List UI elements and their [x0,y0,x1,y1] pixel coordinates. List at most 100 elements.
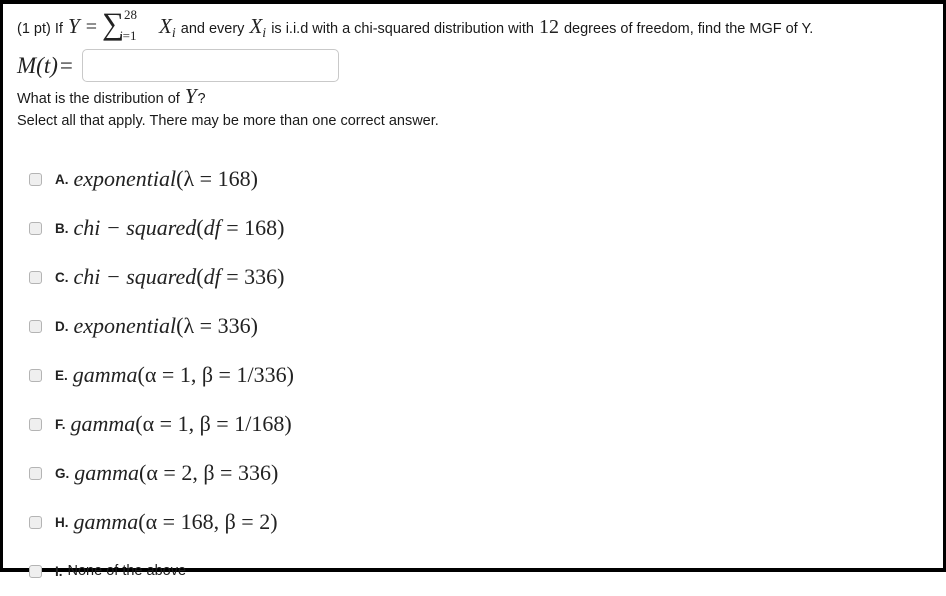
param-value: 168 [180,509,214,535]
param-equals: = [214,460,238,486]
mgf-answer-input[interactable] [81,49,339,83]
option-checkbox-e[interactable] [29,368,42,382]
paren-open: ( [135,411,143,437]
stem-tail-first: is i.i.d with a chi-squared distribution… [271,21,534,37]
variable-x-i: Xi [248,14,267,40]
param-equals: = [157,509,181,535]
param-equals: = [154,411,178,437]
param-symbol: λ [183,166,195,192]
param-equals: = [220,264,245,290]
mgf-label: M(t)= [17,53,73,79]
option-row[interactable]: B. chi − squared(df = 168) [17,204,931,253]
mgf-label-m: M [17,52,37,78]
option-letter: G. [55,465,70,481]
mgf-label-paren-close: ) [50,52,58,78]
option-row[interactable]: H. gamma(α = 168, β = 2) [17,498,931,547]
summation-lower-start: 1 [129,28,137,43]
option-row[interactable]: C. chi − squared(df = 336) [17,253,931,302]
option-row[interactable]: A. exponential(λ = 168) [17,155,931,204]
param-equals: = [235,509,260,535]
paren-open: ( [196,264,204,290]
param-symbol: α [146,460,158,486]
param-equals: = [210,411,235,437]
option-checkbox-g[interactable] [29,466,42,480]
option-checkbox-d[interactable] [29,319,42,333]
option-checkbox-h[interactable] [29,515,42,529]
distribution-name: chi − squared [73,215,197,241]
distribution-name: exponential [73,313,177,339]
option-label: gamma(α = 2, β = 336) [74,460,278,486]
param-symbol: β [203,460,215,486]
option-checkbox-i[interactable] [29,564,42,578]
option-checkbox-b[interactable] [29,221,42,235]
paren-close: ) [277,215,285,241]
param-equals: = [220,215,245,241]
distribution-question: What is the distribution of Y? [17,83,931,109]
option-checkbox-c[interactable] [29,270,42,284]
paren-open: ( [138,509,146,535]
problem-frame: (1 pt) If Y = ∑ 28 i=1 Xi and every Xi i… [0,0,946,579]
option-row[interactable]: I. None of the above [17,547,931,596]
option-letter: H. [55,514,69,530]
param-value: 2 [259,509,271,535]
summation-lower-equals: = [122,28,130,43]
param-symbol: α [142,411,155,437]
distribution-question-prefix: What is the distribution of [17,90,180,107]
paren-close: ) [284,411,292,437]
param-symbol: α [144,362,157,388]
option-row[interactable]: D. exponential(λ = 336) [17,302,931,351]
param-value: 168 [244,215,278,241]
paren-close: ) [250,313,258,339]
param-value: 336 [244,264,278,290]
option-letter: I. [55,563,63,579]
option-row[interactable]: E. gamma(α = 1, β = 1/336) [17,351,931,400]
degrees-of-freedom-value: 12 [538,16,559,38]
option-label: exponential(λ = 336) [74,313,258,339]
distribution-name: exponential [73,166,177,192]
option-label: exponential(λ = 168) [74,166,258,192]
option-row[interactable]: F. gamma(α = 1, β = 1/168) [17,400,931,449]
random-variable-y: Y [67,14,80,38]
param-value: 336 [237,460,271,486]
param-equals: = [157,460,182,486]
equals-sign: = [85,16,97,38]
summand-x: Xi [158,14,177,40]
paren-close: ) [270,509,278,535]
variable-x-subscript: i [262,24,267,40]
param-symbol: β [201,362,214,388]
stem-tail-second: degrees of freedom, find the MGF of Y. [563,21,814,37]
option-checkbox-f[interactable] [29,417,42,431]
param-symbol: β [224,509,236,535]
param-value: 2 [181,460,193,486]
stem-middle: and every [180,21,245,37]
distribution-name: gamma [70,411,136,437]
distribution-name: chi − squared [73,264,197,290]
option-letter: C. [55,269,69,285]
option-letter: E. [55,367,68,383]
param-equals: = [213,362,237,388]
paren-open: ( [137,362,145,388]
mgf-label-paren-open: ( [36,52,44,78]
param-value: 1 [177,411,189,437]
stem-if: If [54,21,63,37]
option-letter: F. [55,416,66,432]
option-checkbox-a[interactable] [29,172,42,186]
option-letter: A. [55,171,69,187]
param-value: 1/336 [236,362,287,388]
param-equals: = [156,362,180,388]
param-value: 1 [179,362,191,388]
param-equals: = [194,313,218,339]
summation-upper-limit: 28 [124,7,137,22]
distribution-question-variable: Y [184,83,197,108]
option-row[interactable]: G. gamma(α = 2, β = 336) [17,449,931,498]
param-symbol: α [145,509,158,535]
distribution-name: gamma [72,362,138,388]
param-symbol: df [203,264,221,290]
param-separator: , [190,362,202,388]
param-symbol: β [199,411,211,437]
param-value: 168 [217,166,251,192]
option-label: None of the above [67,563,187,580]
paren-open: ( [196,215,204,241]
problem-statement: (1 pt) If Y = ∑ 28 i=1 Xi and every Xi i… [17,7,931,43]
param-equals: = [194,166,218,192]
